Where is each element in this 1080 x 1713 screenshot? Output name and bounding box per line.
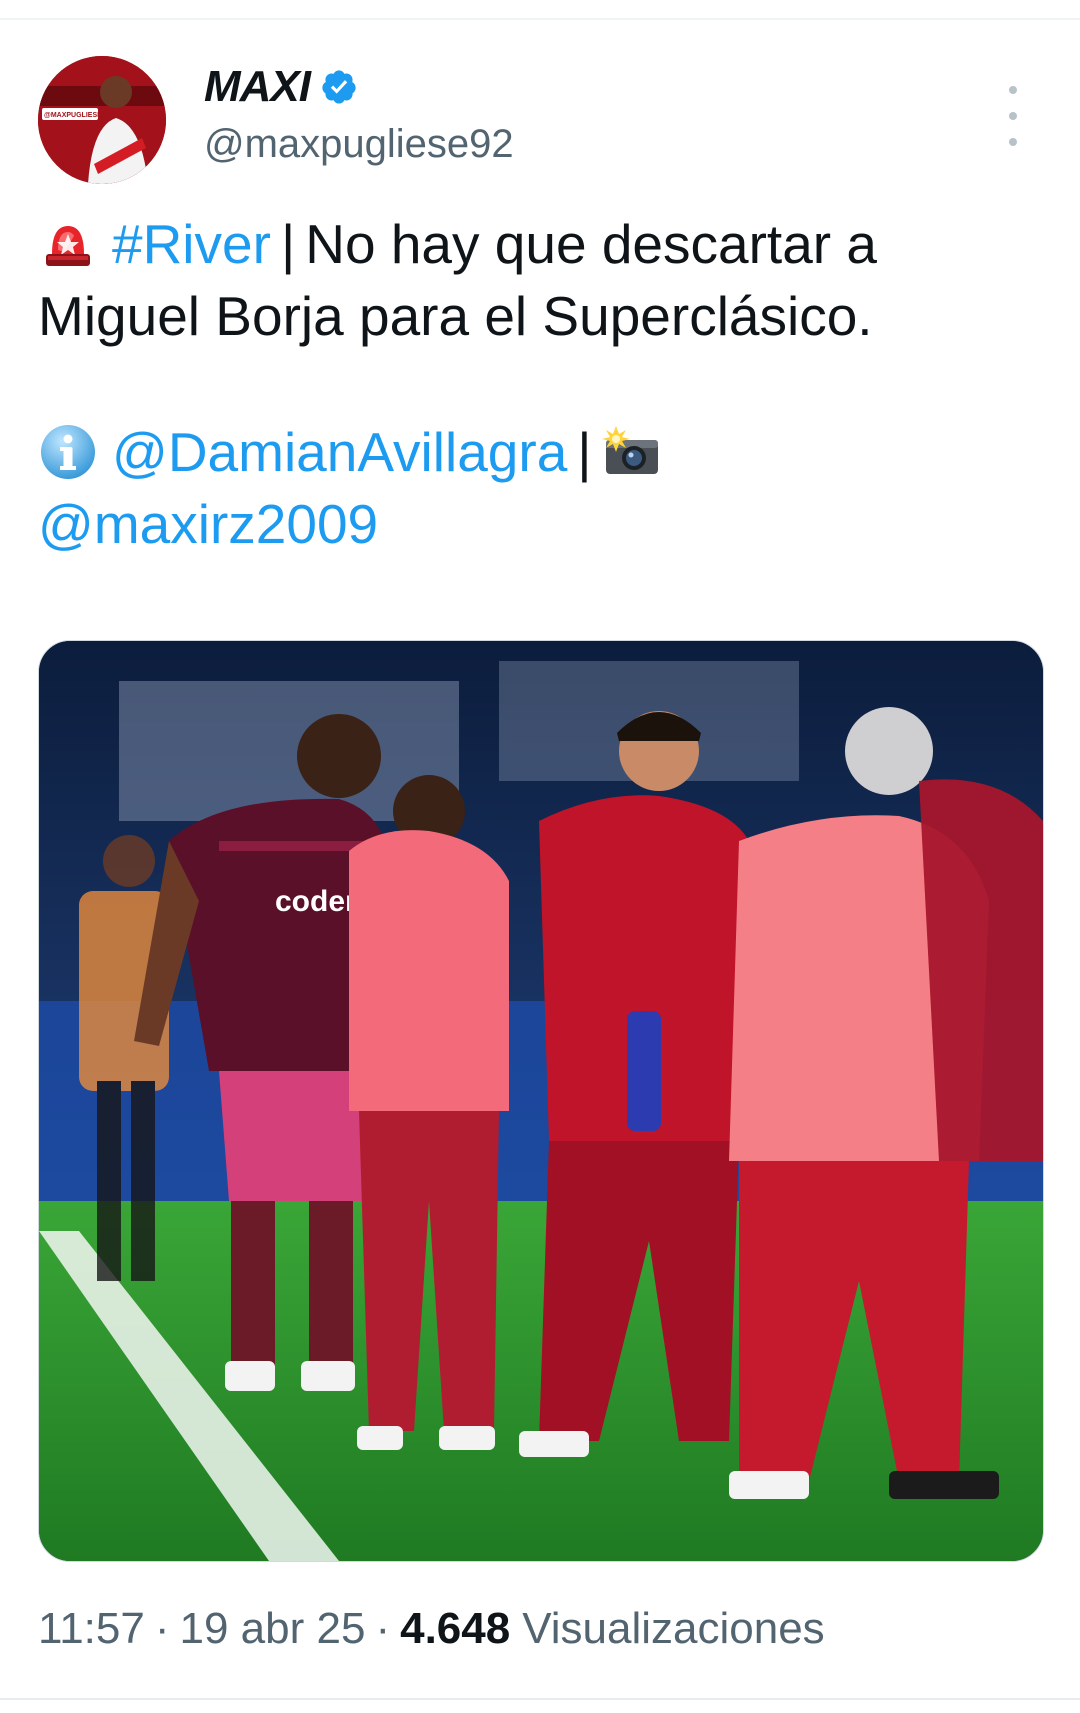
police-light-icon	[38, 214, 98, 274]
tweet-header: @MAXPUGLIESE92 MAXI @maxpugliese92	[38, 56, 1048, 186]
mention-damianavillagra-link[interactable]: @DamianAvillagra	[112, 416, 567, 488]
tweet-date[interactable]: 19 abr 25	[180, 1604, 366, 1654]
views-label[interactable]: Visualizaciones	[522, 1604, 824, 1654]
jersey-sponsor-text: coder	[275, 885, 357, 918]
more-dot-icon	[1009, 86, 1017, 94]
display-name[interactable]: MAXI	[204, 62, 311, 112]
tweet-photo[interactable]: coder	[38, 640, 1044, 1562]
avatar-handle-text: @MAXPUGLIESE92	[44, 112, 110, 119]
views-count: 4.648	[400, 1604, 511, 1653]
text-separator-2: |	[577, 421, 592, 483]
meta-dot: ·	[375, 1604, 391, 1653]
meta-dot: ·	[154, 1604, 170, 1653]
mention-maxirz2009-link[interactable]: @maxirz2009	[38, 488, 378, 560]
more-options-button[interactable]	[998, 86, 1028, 146]
tweet-meta: 11:57 · 19 abr 25 · 4.648 Visualizacione…	[38, 1604, 825, 1654]
information-icon	[38, 422, 98, 482]
bottom-divider	[0, 1698, 1080, 1700]
tweet-text-line2: Miguel Borja para el Superclásico.	[38, 285, 873, 347]
tweet-text: #River | No hay que descartar a Miguel B…	[38, 208, 1038, 560]
tweet-text-line1: No hay que descartar a	[305, 213, 877, 275]
verified-badge-icon	[320, 68, 358, 106]
avatar[interactable]: @MAXPUGLIESE92	[38, 56, 166, 184]
text-separator: |	[280, 213, 296, 275]
author-handle[interactable]: @maxpugliese92	[204, 122, 514, 167]
tweet-time[interactable]: 11:57	[38, 1604, 145, 1654]
top-divider	[0, 18, 1080, 20]
hashtag-river-link[interactable]: #River	[112, 208, 271, 280]
more-dot-icon	[1009, 138, 1017, 146]
camera-flash-icon	[601, 422, 662, 482]
more-dot-icon	[1009, 112, 1017, 120]
